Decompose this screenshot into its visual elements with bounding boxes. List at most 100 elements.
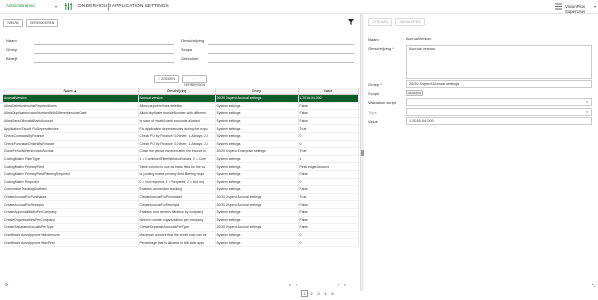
page-number[interactable]: 2 bbox=[308, 291, 315, 296]
table-row[interactable]: CreateAccrualForReceipts CreateAccrualFor… bbox=[3, 200, 359, 209]
splitter-grip-icon[interactable] bbox=[361, 150, 364, 156]
eye-off-icon: ◌ bbox=[193, 77, 196, 81]
table-row[interactable]: CreateAccrualForPurchases CreateAccrualFo… bbox=[3, 193, 359, 202]
last-page-icon[interactable]: » bbox=[344, 282, 346, 287]
delete-button[interactable]: VERWIJDEREN bbox=[26, 19, 58, 27]
table-row[interactable]: CheckPurchaseOrdersByFinance Check PO by … bbox=[3, 140, 359, 149]
filter-description-label: Omschrijving bbox=[181, 38, 205, 43]
detail-type-label: Type bbox=[368, 110, 377, 115]
first-page-icon[interactable]: « bbox=[289, 282, 291, 287]
table-row[interactable]: CodingMatrix Required 0 = Not required, 1… bbox=[3, 178, 359, 187]
table-cell: False bbox=[298, 208, 359, 217]
menu-icon[interactable] bbox=[555, 3, 562, 10]
table-row[interactable]: CreateSeparateAccrualsPerType CreateSepar… bbox=[3, 223, 359, 232]
cancel-button[interactable]: ANNULEREN bbox=[395, 18, 425, 26]
table-cell: Enables cost centers filtration by compa… bbox=[138, 208, 216, 217]
role-selector[interactable]: Administrateur bbox=[6, 3, 35, 8]
detail-group-label-text: Groep bbox=[368, 82, 380, 87]
table-cell: CreditNote AutoApprove MaxPerc bbox=[3, 238, 139, 247]
hide-button[interactable]: ◌ VERBERGEN bbox=[182, 75, 207, 87]
table-row[interactable]: CreditNote AutoApprove MaxPerc Percentage… bbox=[3, 238, 359, 247]
search-icon: ⌕ bbox=[158, 77, 160, 81]
table-cell: CreateSeparateAccrualsPerType bbox=[138, 223, 216, 232]
hide-button-label: VERBERGEN bbox=[183, 83, 206, 87]
table-cell: Is save of invalid bank accounts allowed bbox=[138, 117, 216, 126]
table-row[interactable]: AllowDeletionInvoicePaymentLines Allow pa… bbox=[3, 102, 359, 111]
table-row[interactable]: CheckContractsByFinance Check PO by Finan… bbox=[3, 132, 359, 141]
table-cell: Allow duplicate invoiceNumber with diffe… bbox=[138, 109, 216, 118]
detail-validation-input[interactable] bbox=[406, 98, 592, 106]
refresh-icon[interactable]: ⟳ bbox=[5, 282, 8, 287]
search-icon[interactable]: ⌕ bbox=[586, 109, 588, 114]
table-cell: AllowDeletionInvoicePaymentLines bbox=[3, 102, 139, 111]
table-cell: FirstLedgerAccount bbox=[298, 162, 359, 171]
table-row[interactable]: ClosePeriodWhenInvoiceAccrual Close the p… bbox=[3, 147, 359, 156]
table-cell: CreateSeparateAccrualsPerType bbox=[3, 223, 139, 232]
filter-scope-select[interactable] bbox=[208, 53, 354, 54]
table-cell: Enables connection tracking bbox=[138, 185, 216, 194]
table-cell: System settings bbox=[215, 109, 299, 118]
panel-splitter[interactable] bbox=[360, 14, 364, 291]
table-cell: CodingMatrix Required bbox=[3, 178, 139, 187]
filter-user-select[interactable] bbox=[208, 62, 354, 63]
detail-value-input[interactable]: 1.2016-04-000 bbox=[406, 117, 592, 125]
detail-name-label: Naam bbox=[368, 37, 379, 42]
table-row[interactable]: CreateApprovalMatrixPerCompany Enables co… bbox=[3, 208, 359, 217]
detail-group-select[interactable]: 20/20 Xsperd Accrual settings bbox=[406, 80, 592, 88]
table-cell: Fix application dependencies during the … bbox=[138, 124, 216, 133]
page-number[interactable]: 1 bbox=[301, 290, 308, 297]
chevron-down-icon[interactable]: ▾ bbox=[594, 4, 596, 9]
table-cell: System settings bbox=[215, 185, 299, 194]
table-cell: CreateOrganizationsPerCompany bbox=[3, 216, 139, 225]
page-title: APPLICATION SETTINGS bbox=[112, 4, 169, 9]
table-cell: CreateAccrualForPurchases bbox=[3, 193, 139, 202]
filter-group-label: Groep bbox=[6, 47, 18, 52]
table-row[interactable]: CodingMatrix PrimaryField Table column to… bbox=[3, 162, 359, 171]
prev-page-icon[interactable]: ‹ bbox=[296, 282, 297, 287]
page-number[interactable]: 5 bbox=[329, 291, 336, 296]
table-row[interactable]: CodingMatrix FilterType 1 = CombinedFilte… bbox=[3, 155, 359, 164]
table-row[interactable]: Application Export FixDependencies Fix ap… bbox=[3, 124, 359, 133]
table-cell: 0 bbox=[298, 238, 359, 247]
table-row[interactable]: AccrualVersion Accrual version 20/20 Xsper… bbox=[3, 94, 359, 103]
detail-value-label: Value bbox=[368, 119, 378, 124]
pager-pages: 12345 bbox=[301, 282, 336, 297]
table-cell: Application Export FixDependencies bbox=[3, 124, 139, 133]
table-cell: 0 bbox=[298, 231, 359, 240]
table-row[interactable]: CreateOrganizationsPerCompany Need to cre… bbox=[3, 216, 359, 225]
table-row[interactable]: ConnectionTrackingEnabled Enables connect… bbox=[3, 185, 359, 194]
table-cell: CreateAccrualForReceipts bbox=[138, 200, 216, 209]
page-number[interactable]: 3 bbox=[315, 291, 322, 296]
scope-chip[interactable]: GENERAL bbox=[406, 90, 424, 96]
table-cell: System settings bbox=[215, 208, 299, 217]
table-cell: True bbox=[298, 193, 359, 202]
detail-description-textarea[interactable]: Accrual version bbox=[406, 45, 592, 79]
title-separator bbox=[108, 3, 109, 11]
search-button[interactable]: ⌕ ZOEKEN bbox=[154, 75, 179, 83]
module-title[interactable]: ONDERHOUD bbox=[78, 4, 111, 9]
table-row[interactable]: AllowDuplicateInvoiceNumberWithDifferent… bbox=[3, 109, 359, 118]
table-cell: System settings bbox=[215, 162, 299, 171]
table-cell: 1.2016-04-000 bbox=[298, 94, 359, 103]
table-row[interactable]: AllowSaveOfInvalidBankAccount Is save of … bbox=[3, 117, 359, 126]
table-row[interactable]: CreditNote AutoApprove MaxAmount Maximum … bbox=[3, 231, 359, 240]
new-button[interactable]: NIEUW bbox=[3, 19, 23, 27]
equalizer-logo-icon bbox=[64, 2, 73, 11]
table-cell: System settings bbox=[215, 132, 299, 141]
save-button[interactable]: OPSLAAN bbox=[368, 18, 392, 26]
filter-icon[interactable] bbox=[348, 19, 354, 25]
filter-description-input[interactable] bbox=[208, 44, 354, 45]
next-page-icon[interactable]: › bbox=[338, 282, 339, 287]
detail-type-input[interactable] bbox=[406, 108, 592, 116]
page-number[interactable]: 4 bbox=[322, 291, 329, 296]
table-row[interactable]: CodingMatrix PrimaryFieldFilteringRequir… bbox=[3, 170, 359, 179]
filter-company-select[interactable] bbox=[34, 62, 174, 63]
table-cell: CreateAccrualForPurchases bbox=[138, 193, 216, 202]
filter-group-select[interactable] bbox=[34, 53, 174, 54]
chevron-down-icon[interactable]: ▾ bbox=[55, 4, 57, 9]
table-cell: False bbox=[298, 102, 359, 111]
filter-name-input[interactable] bbox=[34, 44, 174, 45]
table-cell: CheckContractsByFinance bbox=[3, 132, 139, 141]
search-icon[interactable]: ⌕ bbox=[586, 99, 588, 104]
resize-handle-icon[interactable]: ⤡ bbox=[592, 283, 595, 288]
